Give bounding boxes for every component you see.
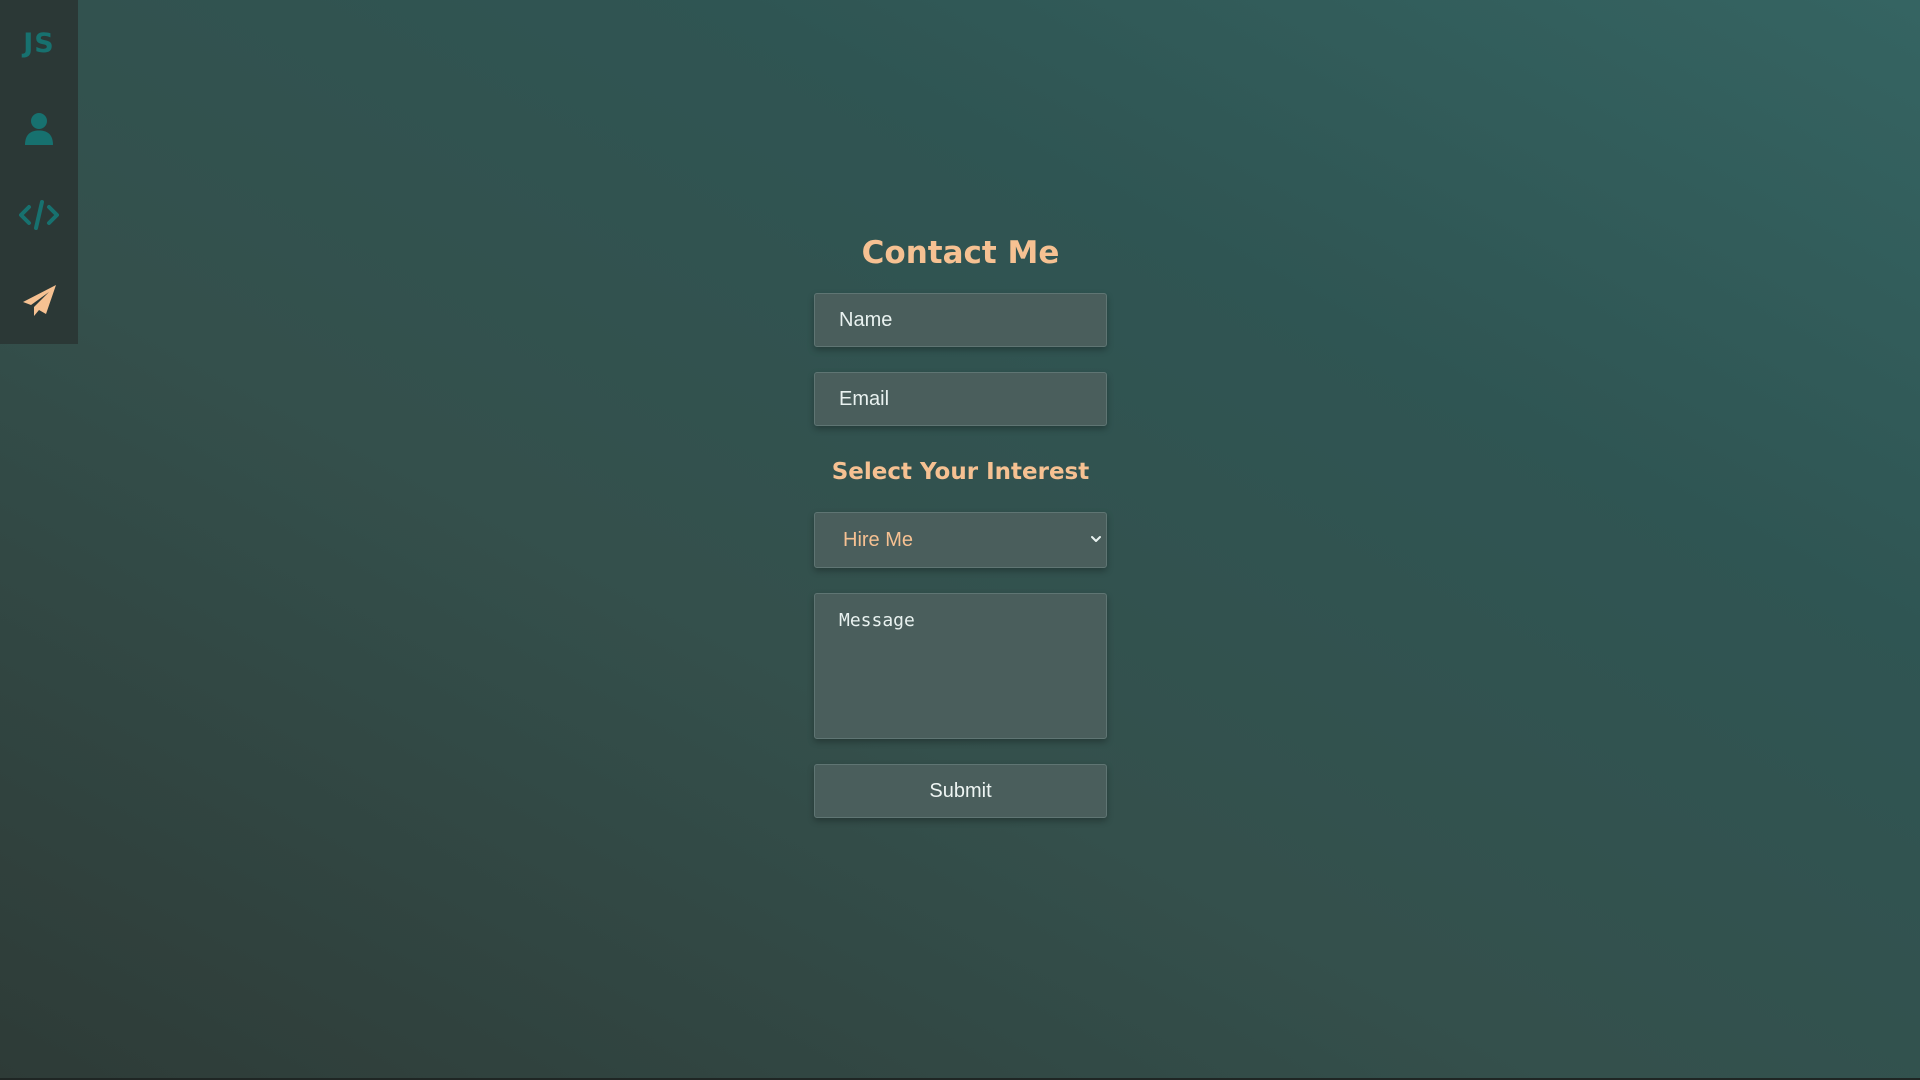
sidebar: JS xyxy=(0,0,78,344)
sidebar-item-contact[interactable] xyxy=(0,258,78,344)
code-icon xyxy=(19,199,59,231)
user-icon xyxy=(24,112,54,146)
name-input[interactable] xyxy=(814,293,1107,347)
message-textarea[interactable] xyxy=(814,593,1107,739)
sidebar-item-about[interactable] xyxy=(0,86,78,172)
interest-select[interactable]: Hire Me xyxy=(814,512,1107,568)
logo-link[interactable]: JS xyxy=(0,0,78,86)
chevron-down-icon xyxy=(1089,532,1103,551)
form-title: Contact Me xyxy=(861,235,1060,271)
sidebar-item-projects[interactable] xyxy=(0,172,78,258)
interest-select-value[interactable]: Hire Me xyxy=(814,512,1107,568)
interest-label: Select Your Interest xyxy=(831,459,1090,485)
submit-button[interactable]: Submit xyxy=(814,764,1107,818)
email-input[interactable] xyxy=(814,372,1107,426)
paper-plane-icon xyxy=(21,284,57,318)
logo: JS xyxy=(23,27,55,59)
contact-form: Contact Me Select Your Interest Hire Me … xyxy=(814,230,1107,818)
